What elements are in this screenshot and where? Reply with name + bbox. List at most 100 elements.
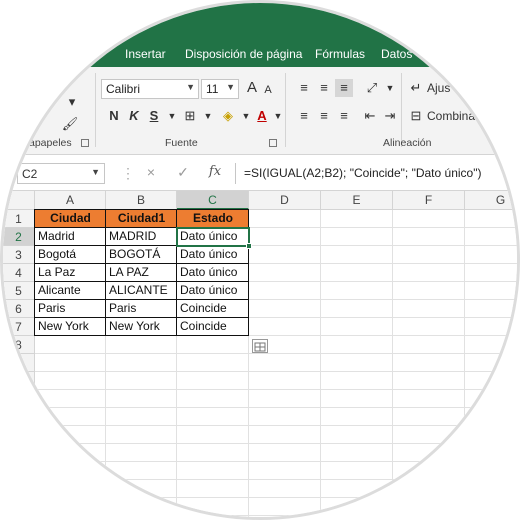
underline-dropdown-icon[interactable]: ▼ [163, 107, 181, 125]
align-bottom-icon[interactable]: ≡ [335, 79, 353, 97]
row-header-8[interactable]: 8 [3, 336, 35, 354]
row-header-7[interactable]: 7 [3, 318, 35, 336]
table-cell[interactable]: Paris [106, 300, 177, 318]
table-border [34, 281, 249, 282]
align-top-icon[interactable]: ≡ [295, 79, 313, 97]
table-border [34, 317, 249, 318]
header-cell[interactable]: Ciudad [35, 210, 106, 228]
gridline [320, 210, 321, 517]
table-cell[interactable]: BOGOTÁ [106, 246, 177, 264]
clipboard-group-label: apapeles [29, 137, 72, 149]
enter-icon[interactable]: ✓ [173, 164, 193, 181]
tab-insertar[interactable]: Insertar [125, 47, 166, 61]
row-header-14[interactable]: 14 [3, 444, 35, 462]
column-header-a[interactable]: A [35, 191, 106, 210]
column-header-g[interactable]: G [465, 191, 517, 210]
row-header-1[interactable]: 1 [3, 210, 35, 228]
table-cell[interactable]: Dato único [177, 228, 249, 246]
align-center-icon[interactable]: ≡ [315, 107, 333, 125]
quick-analysis-icon[interactable] [252, 339, 268, 353]
select-all-corner[interactable] [3, 191, 35, 210]
fill-color-icon[interactable]: ◈ [219, 107, 237, 125]
row-header-17[interactable]: 17 [3, 498, 35, 516]
cancel-icon[interactable]: × [141, 164, 161, 180]
wrap-text-icon[interactable]: ↵ [407, 79, 425, 97]
tab-datos[interactable]: Datos [381, 47, 412, 61]
font-launcher-icon[interactable] [269, 139, 277, 147]
column-header-f[interactable]: F [393, 191, 465, 210]
copy-icon[interactable]: ▾ [63, 93, 81, 111]
table-cell[interactable]: MADRID [106, 228, 177, 246]
shrink-font-icon[interactable]: A [259, 81, 277, 99]
font-name-value: Calibri [106, 82, 141, 96]
gridline [35, 497, 517, 498]
format-painter-icon[interactable]: 🖌 [61, 115, 79, 133]
row-header-15[interactable]: 15 [3, 462, 35, 480]
borders-icon[interactable]: ⊞ [181, 107, 199, 125]
table-cell[interactable]: LA PAZ [106, 264, 177, 282]
table-cell[interactable]: Dato único [177, 264, 249, 282]
font-size-value: 11 [206, 82, 219, 96]
row-header-9[interactable]: 9 [3, 354, 35, 372]
align-middle-icon[interactable]: ≡ [315, 79, 333, 97]
wrap-text-button[interactable]: Ajus [427, 81, 450, 95]
font-size-combo[interactable]: 11 ▼ [201, 79, 239, 99]
table-cell[interactable]: Dato único [177, 282, 249, 300]
align-right-icon[interactable]: ≡ [335, 107, 353, 125]
font-name-combo[interactable]: Calibri ▼ [101, 79, 199, 99]
insert-function-button[interactable]: fx [205, 164, 225, 179]
table-cell[interactable]: La Paz [35, 264, 106, 282]
bold-button[interactable]: N [105, 107, 123, 125]
row-header-5[interactable]: 5 [3, 282, 35, 300]
merge-cells-button[interactable]: Combina [427, 109, 475, 123]
orientation-dropdown-icon[interactable]: ▼ [381, 79, 399, 97]
group-separator [285, 73, 286, 147]
merge-cells-icon[interactable]: ⊟ [407, 107, 425, 125]
tab-disposicion[interactable]: Disposición de página [185, 47, 302, 61]
align-left-icon[interactable]: ≡ [295, 107, 313, 125]
underline-button[interactable]: S [145, 107, 163, 125]
chevron-down-icon: ▼ [91, 167, 100, 177]
borders-dropdown-icon[interactable]: ▼ [199, 107, 217, 125]
table-cell[interactable]: Madrid [35, 228, 106, 246]
table-cell[interactable]: Alicante [35, 282, 106, 300]
name-box-value: C2 [22, 167, 38, 181]
increase-indent-icon[interactable]: ⇥ [381, 107, 399, 125]
header-cell[interactable]: Estado [177, 210, 249, 228]
header-cell[interactable]: Ciudad1 [106, 210, 177, 228]
row-header-2[interactable]: 2 [3, 228, 35, 246]
column-header-e[interactable]: E [321, 191, 393, 210]
table-border [34, 227, 249, 228]
group-separator [95, 73, 96, 147]
gridline [35, 479, 517, 480]
table-cell[interactable]: ALICANTE [106, 282, 177, 300]
table-cell[interactable]: New York [35, 318, 106, 336]
table-cell[interactable]: Bogotá [35, 246, 106, 264]
orientation-icon[interactable]: ⤢ [363, 79, 381, 97]
table-cell[interactable]: Dato único [177, 246, 249, 264]
row-header-11[interactable]: 11 [3, 390, 35, 408]
row-header-10[interactable]: 10 [3, 372, 35, 390]
row-header-16[interactable]: 16 [3, 480, 35, 498]
table-cell[interactable]: New York [106, 318, 177, 336]
row-header-4[interactable]: 4 [3, 264, 35, 282]
column-header-b[interactable]: B [106, 191, 177, 210]
decrease-indent-icon[interactable]: ⇤ [361, 107, 379, 125]
table-cell[interactable]: Coincide [177, 318, 249, 336]
clipboard-launcher-icon[interactable] [81, 139, 89, 147]
column-header-d[interactable]: D [249, 191, 321, 210]
tab-formulas[interactable]: Fórmulas [315, 47, 365, 61]
italic-button[interactable]: K [125, 107, 143, 125]
table-cell[interactable]: Paris [35, 300, 106, 318]
row-header-13[interactable]: 13 [3, 426, 35, 444]
name-box[interactable]: C2 ▼ [17, 163, 105, 184]
gridline [392, 210, 393, 517]
row-header-12[interactable]: 12 [3, 408, 35, 426]
formula-input[interactable]: =SI(IGUAL(A2;B2); "Coincide"; "Dato únic… [235, 163, 517, 184]
fill-handle[interactable] [246, 243, 252, 249]
table-cell[interactable]: Coincide [177, 300, 249, 318]
ribbon-tab-bar: Insertar Disposición de página Fórmulas … [3, 3, 517, 67]
row-header-3[interactable]: 3 [3, 246, 35, 264]
row-header-6[interactable]: 6 [3, 300, 35, 318]
column-header-c[interactable]: C [177, 191, 249, 210]
